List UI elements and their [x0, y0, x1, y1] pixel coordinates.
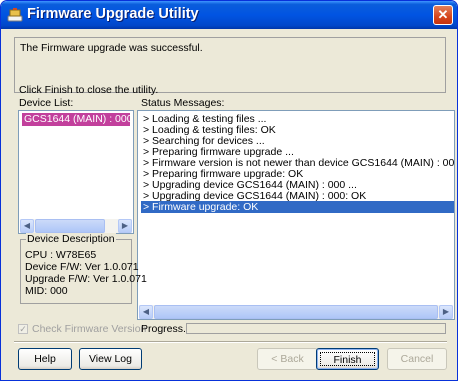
close-icon: ✕ [437, 7, 449, 22]
status-hscrollbar[interactable]: ◀ ▶ [139, 305, 453, 319]
back-button[interactable]: < Back [257, 348, 318, 370]
status-messages-label: Status Messages: [141, 97, 225, 109]
device-description-group: Device Description CPU : W78E65 Device F… [20, 233, 147, 304]
app-icon [7, 8, 23, 22]
device-list-hscrollbar[interactable]: ◀ ▶ [20, 219, 132, 233]
status-messages-list[interactable]: > Loading & testing files ... > Loading &… [137, 110, 455, 320]
scroll-thumb[interactable] [35, 219, 105, 233]
close-button[interactable]: ✕ [433, 5, 453, 25]
status-message-line[interactable]: > Firmware upgrade: OK [141, 201, 454, 213]
separator [14, 341, 447, 343]
mid-info: MID: 000 [25, 285, 68, 297]
finish-button[interactable]: Finish [316, 348, 379, 370]
progress-bar [186, 323, 446, 334]
scroll-left-icon[interactable]: ◀ [20, 219, 34, 233]
finish-button-label: Finish [320, 352, 375, 366]
success-message: The Firmware upgrade was successful. [20, 42, 203, 54]
scroll-thumb[interactable] [154, 305, 438, 319]
title-bar[interactable]: Firmware Upgrade Utility ✕ [1, 1, 457, 29]
check-firmware-label: Check Firmware Version [32, 323, 147, 335]
finish-hint: Click Finish to close the utility. [19, 84, 159, 96]
upgrade-fw-info: Upgrade F/W: Ver 1.0.071 [25, 273, 147, 285]
help-button[interactable]: Help [18, 348, 72, 370]
device-list[interactable]: GCS1644 (MAIN) : 000 ◀ ▶ [18, 110, 134, 234]
check-firmware-checkbox[interactable]: ✓ [18, 324, 28, 334]
scroll-right-icon[interactable]: ▶ [118, 219, 132, 233]
cpu-info: CPU : W78E65 [25, 249, 97, 261]
device-fw-info: Device F/W: Ver 1.0.071 [25, 261, 139, 273]
cancel-button[interactable]: Cancel [387, 348, 447, 370]
firmware-upgrade-window: Firmware Upgrade Utility ✕ The Firmware … [0, 0, 458, 381]
device-list-label: Device List: [19, 97, 74, 109]
device-list-item[interactable]: GCS1644 (MAIN) : 000 [22, 113, 133, 126]
device-description-title: Device Description [26, 233, 116, 245]
view-log-button[interactable]: View Log [79, 348, 142, 370]
window-title: Firmware Upgrade Utility [27, 6, 199, 22]
scroll-right-icon[interactable]: ▶ [439, 305, 453, 319]
progress-label: Progress... [141, 323, 192, 335]
scroll-left-icon[interactable]: ◀ [139, 305, 153, 319]
